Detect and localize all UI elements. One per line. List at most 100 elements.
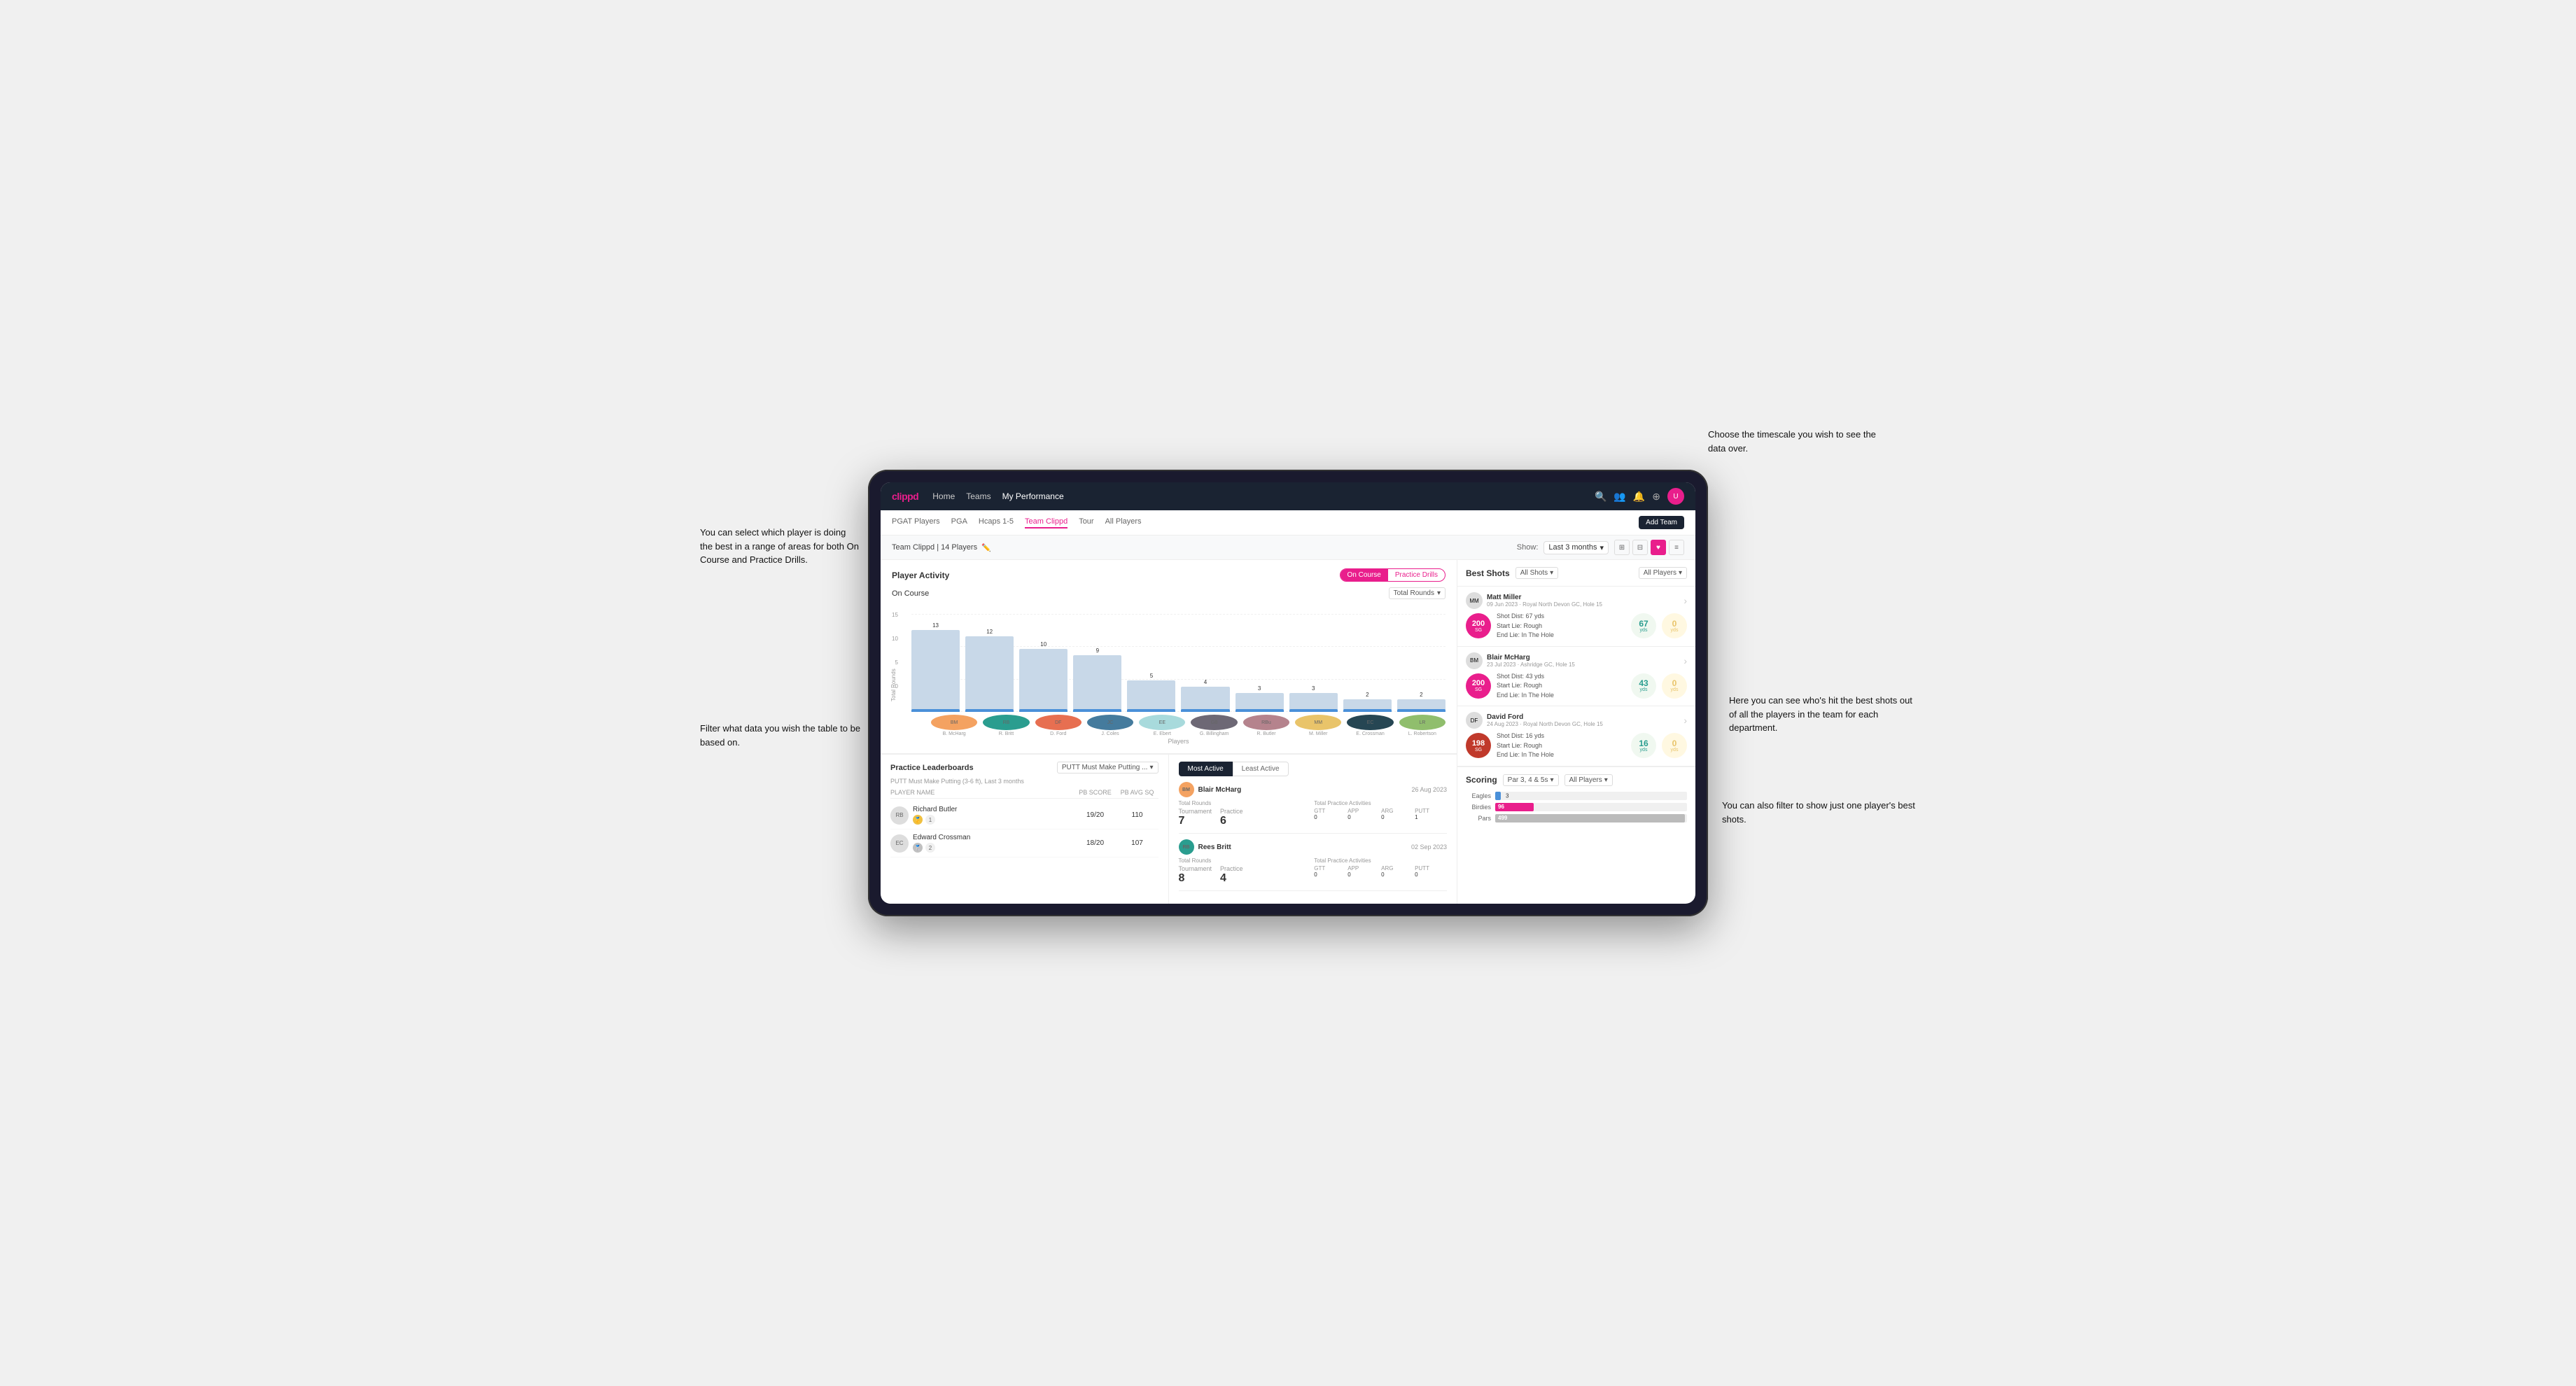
shot-zero-badge-3: 0 yds	[1662, 733, 1687, 758]
scoring-label-eagles: Eagles	[1466, 792, 1491, 799]
view-grid2-button[interactable]: ⊟	[1632, 540, 1648, 555]
pac-practice-label-1: Practice	[1220, 808, 1243, 815]
player-avatar-rbutler[interactable]: RBu	[1243, 715, 1289, 730]
shot-player-name-2: Blair McHarg	[1487, 654, 1575, 662]
view-grid4-button[interactable]: ⊞	[1614, 540, 1630, 555]
shot-startlie-label-2: Start Lie: Rough	[1497, 681, 1625, 691]
player-avatar-ecrossman[interactable]: EC	[1347, 715, 1393, 730]
scoring-filter-players[interactable]: All Players ▾	[1564, 774, 1613, 786]
bell-icon[interactable]: 🔔	[1633, 491, 1645, 503]
player-avatar-eebert[interactable]: EE	[1139, 715, 1185, 730]
shot-card-bmcharg[interactable]: BM Blair McHarg 23 Jul 2023 · Ashridge G…	[1457, 647, 1695, 707]
view-list-button[interactable]: ≡	[1669, 540, 1684, 555]
tablet-shell: clippd Home Teams My Performance 🔍 👥 🔔 ⊕…	[868, 470, 1708, 916]
tab-least-active[interactable]: Least Active	[1233, 762, 1289, 776]
bar-value-ecrossman: 2	[1366, 692, 1368, 698]
view-heart-button[interactable]: ♥	[1651, 540, 1666, 555]
x-label-ecrossman: E. Crossman	[1347, 732, 1393, 736]
tab-tour[interactable]: Tour	[1079, 517, 1093, 528]
plus-icon[interactable]: ⊕	[1652, 491, 1660, 503]
bar-highlight-rbutler	[1236, 709, 1284, 712]
y-label-15: 15	[892, 612, 898, 618]
lb-rank-position-1: 1	[925, 815, 935, 825]
chart-title: On Course	[892, 589, 929, 598]
x-label-bmcharg: B. McHarg	[931, 732, 977, 736]
player-avatar-gbillingham[interactable]: GB	[1191, 715, 1237, 730]
scoring-filter-par-label: Par 3, 4 & 5s	[1508, 776, 1548, 784]
shot-dist-badge-1: 67 yds	[1631, 613, 1656, 638]
nav-link-myperformance[interactable]: My Performance	[1002, 491, 1064, 501]
player-avatar-lrobertson[interactable]: LR	[1399, 715, 1446, 730]
pac-rounds-label-2: Total Rounds	[1179, 858, 1312, 864]
shot-player-info-3: David Ford 24 Aug 2023 · Royal North Dev…	[1487, 713, 1603, 727]
tab-all-players[interactable]: All Players	[1105, 517, 1142, 528]
tab-most-active[interactable]: Most Active	[1179, 762, 1233, 776]
shot-dist-label-2: Shot Dist: 43 yds	[1497, 672, 1625, 682]
pac-header-1: BM Blair McHarg 26 Aug 2023	[1179, 782, 1448, 797]
shot-zero-val-1: 0	[1672, 620, 1677, 628]
player-avatar-dford[interactable]: DF	[1035, 715, 1082, 730]
x-axis-title: Players	[911, 738, 1446, 745]
bar-group-jcoles: 9	[1073, 648, 1121, 712]
nav-link-home[interactable]: Home	[932, 491, 955, 501]
add-team-button[interactable]: Add Team	[1639, 516, 1684, 529]
right-panel: Best Shots All Shots ▾ All Players ▾	[1457, 560, 1695, 904]
bar-value-rbritt: 12	[986, 629, 993, 635]
shot-startlie-label-3: Start Lie: Rough	[1497, 741, 1625, 751]
shot-dist-unit-1: yds	[1640, 628, 1648, 633]
main-content: Player Activity On Course Practice Drill…	[881, 560, 1695, 904]
bar-gbillingham	[1181, 687, 1229, 712]
pac-total-rounds-2: Total Rounds Tournament 8 Practice	[1179, 858, 1312, 885]
timescale-select[interactable]: Last 3 months ▾	[1544, 541, 1609, 554]
pac-gtt-val-1: 0	[1314, 814, 1346, 820]
tab-pga[interactable]: PGA	[951, 517, 967, 528]
shot-badge-sub-3: SG	[1475, 748, 1482, 752]
team-header-right: Show: Last 3 months ▾ ⊞ ⊟ ♥ ≡	[1517, 540, 1684, 555]
pac-date-2: 02 Sep 2023	[1411, 844, 1447, 850]
nav-link-teams[interactable]: Teams	[966, 491, 990, 501]
bar-rbritt	[965, 636, 1014, 712]
scoring-filter-par[interactable]: Par 3, 4 & 5s ▾	[1503, 774, 1559, 786]
users-icon[interactable]: 👥	[1614, 491, 1625, 503]
leaderboard-filter[interactable]: PUTT Must Make Putting ... ▾	[1057, 762, 1158, 774]
pac-header-2: RB Rees Britt 02 Sep 2023	[1179, 839, 1448, 855]
shot-card-dford[interactable]: DF David Ford 24 Aug 2023 · Royal North …	[1457, 706, 1695, 766]
shot-card-mmiller[interactable]: MM Matt Miller 09 Jun 2023 · Royal North…	[1457, 587, 1695, 647]
scoring-header: Scoring Par 3, 4 & 5s ▾ All Players ▾	[1466, 774, 1687, 786]
chart-filter-select[interactable]: Total Rounds ▾	[1389, 587, 1446, 599]
bar-highlight-ecrossman	[1343, 709, 1392, 712]
pac-avatar-1: BM	[1179, 782, 1194, 797]
best-shots-filter-players[interactable]: All Players ▾	[1639, 567, 1687, 579]
pac-practice-label-2: Practice	[1220, 865, 1243, 872]
bar-value-rbutler: 3	[1258, 685, 1261, 692]
bar-highlight-lrobertson	[1397, 709, 1446, 712]
lb-rank-badge-2: 🥈	[913, 843, 923, 853]
player-avatar-bmcharg[interactable]: BM	[931, 715, 977, 730]
player-avatar-mmiller[interactable]: MM	[1295, 715, 1341, 730]
shot-info-3: Shot Dist: 16 yds Start Lie: Rough End L…	[1497, 732, 1625, 760]
shot-zero-unit-2: yds	[1671, 687, 1679, 692]
scoring-chart: Eagles 3 Birdies	[1466, 792, 1687, 822]
best-shots-filter-shots[interactable]: All Shots ▾	[1516, 567, 1559, 579]
shot-avatar-2: BM	[1466, 652, 1483, 669]
bar-ecrossman	[1343, 699, 1392, 712]
tab-hcaps[interactable]: Hcaps 1-5	[979, 517, 1014, 528]
edit-team-icon[interactable]: ✏️	[981, 543, 991, 552]
search-icon[interactable]: 🔍	[1595, 491, 1606, 503]
user-avatar[interactable]: U	[1667, 488, 1684, 505]
scoring-val-birdies: 96	[1498, 804, 1504, 810]
toggle-on-course[interactable]: On Course	[1340, 569, 1388, 581]
pac-total-practice-2: Total Practice Activities GTT 0 APP	[1314, 858, 1447, 885]
pac-practice-val-2: 4	[1220, 872, 1243, 885]
player-avatar-rbritt[interactable]: RB	[983, 715, 1029, 730]
pac-practice-activities-1: GTT 0 APP 0	[1314, 808, 1447, 820]
bar-highlight-rbritt	[965, 709, 1014, 712]
tab-pgat-players[interactable]: PGAT Players	[892, 517, 940, 528]
tab-team-clippd[interactable]: Team Clippd	[1025, 517, 1068, 528]
pac-total-practice-1: Total Practice Activities GTT 0 APP	[1314, 800, 1447, 827]
toggle-practice-drills[interactable]: Practice Drills	[1388, 569, 1445, 581]
x-label-eebert: E. Ebert	[1139, 732, 1185, 736]
scoring-row-pars: Pars 499	[1466, 814, 1687, 822]
player-avatar-jcoles[interactable]: JC	[1087, 715, 1133, 730]
pac-app-label-1: APP	[1348, 808, 1380, 814]
